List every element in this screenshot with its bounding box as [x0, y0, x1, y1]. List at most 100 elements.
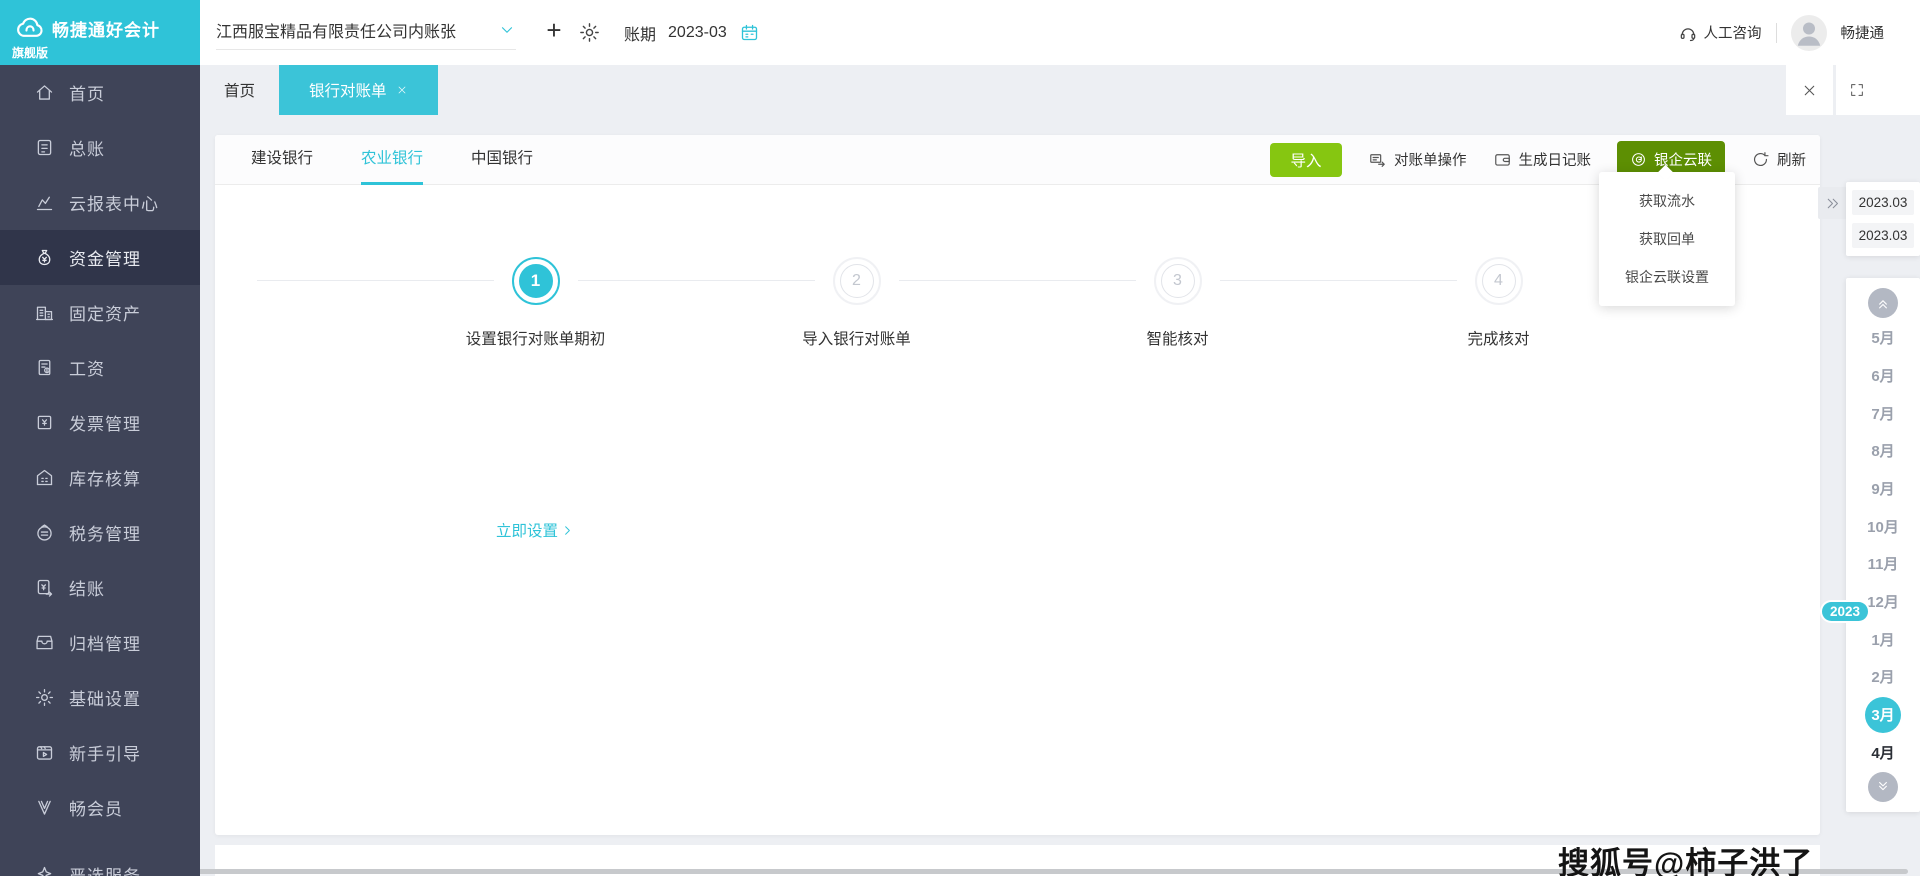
month-item[interactable]: 11月	[1865, 546, 1901, 582]
sidebar: 畅捷通好会计 旗舰版 首页 总账 云报表中心 资金管理 固定资	[0, 0, 200, 876]
fullscreen-icon	[1849, 82, 1865, 98]
year-badge: 2023	[1822, 602, 1868, 621]
period-chip[interactable]: 2023.03	[1852, 190, 1914, 215]
bank-tab[interactable]: 农业银行	[361, 135, 423, 185]
month-item[interactable]: 2月	[1865, 659, 1901, 695]
bank-tabs: 建设银行 农业银行 中国银行	[251, 135, 533, 185]
month-item[interactable]: 9月	[1865, 470, 1901, 506]
refresh-button[interactable]: 刷新	[1751, 149, 1806, 170]
ledger-icon	[34, 137, 55, 158]
sidebar-item[interactable]: 库存核算	[0, 450, 200, 505]
bank-tab[interactable]: 建设银行	[251, 135, 313, 185]
sidebar-item[interactable]: 严选服务	[0, 847, 200, 876]
salary-icon	[34, 357, 55, 378]
bank-cloud-menu-item[interactable]: 获取流水	[1599, 182, 1735, 220]
tab-close-icon[interactable]	[396, 84, 408, 96]
bank-cloud-menu-item[interactable]: 获取回单	[1599, 220, 1735, 258]
sidebar-item-label: 资金管理	[69, 245, 141, 270]
sidebar-item-label: 归档管理	[69, 630, 141, 655]
sidebar-item[interactable]: 发票管理	[0, 395, 200, 450]
month-item[interactable]: 5月	[1865, 320, 1901, 356]
bank-cloud-menu-item[interactable]: 银企云联设置	[1599, 258, 1735, 296]
month-item[interactable]: 4月	[1865, 734, 1901, 770]
month-item[interactable]: 10月	[1865, 508, 1901, 544]
support-button[interactable]: 人工咨询	[1678, 22, 1762, 43]
sidebar-item-label: 库存核算	[69, 465, 141, 490]
stepper-step: 3 智能核对	[1017, 257, 1338, 349]
sidebar-item[interactable]: 固定资产	[0, 285, 200, 340]
topbar-right: 人工咨询 畅捷通	[1678, 0, 1885, 65]
company-name: 江西服宝精品有限责任公司内账张	[216, 18, 456, 42]
avatar[interactable]	[1791, 15, 1827, 51]
month-item[interactable]: 7月	[1865, 395, 1901, 431]
sidebar-item[interactable]: 基础设置	[0, 670, 200, 725]
month-item[interactable]: 6月	[1865, 357, 1901, 393]
tax-icon	[34, 522, 55, 543]
setup-now-link[interactable]: 立即设置	[375, 519, 696, 541]
bank-tab-label: 建设银行	[251, 150, 313, 167]
sidebar-item-label: 严选服务	[69, 862, 141, 876]
fullscreen-button[interactable]	[1836, 65, 1920, 115]
sidebar-item[interactable]: 总账	[0, 120, 200, 175]
calendar-icon[interactable]	[739, 22, 760, 43]
page-tabs: 首页 银行对账单	[200, 65, 438, 115]
sidebar-item-label: 结账	[69, 575, 105, 600]
page-tab-label: 首页	[224, 79, 255, 101]
report-icon	[34, 192, 55, 213]
month-label: 5月	[1871, 327, 1894, 348]
page-tab[interactable]: 首页	[200, 65, 279, 115]
sidebar-item[interactable]: 首页	[0, 65, 200, 120]
add-account-button[interactable]: +	[536, 12, 572, 48]
import-button[interactable]: 导入	[1270, 143, 1342, 177]
sidebar-item[interactable]: 资金管理	[0, 230, 200, 285]
stepper-step: 1 设置银行对账单期初	[375, 257, 696, 349]
topbar: 江西服宝精品有限责任公司内账张 + 账期 2023-03 人工咨询 畅捷通	[200, 0, 1920, 65]
sidebar-item[interactable]: 税务管理	[0, 505, 200, 560]
period-box: 2023.03 2023.03	[1846, 182, 1920, 256]
collapse-date-panel-button[interactable]	[1818, 187, 1846, 219]
month-item[interactable]: 3月	[1865, 697, 1901, 733]
close-page-button[interactable]	[1786, 65, 1833, 115]
generate-journal-label: 生成日记账	[1519, 149, 1592, 170]
month-item[interactable]: 1月	[1865, 621, 1901, 657]
sidebar-item[interactable]: 结账	[0, 560, 200, 615]
invoice-icon	[34, 412, 55, 433]
month-item[interactable]: 8月	[1865, 433, 1901, 469]
bank-tab[interactable]: 中国银行	[471, 135, 533, 185]
month-item[interactable]: 12月	[1865, 584, 1901, 620]
assets-icon	[34, 302, 55, 323]
gear-icon[interactable]	[578, 21, 601, 44]
setup-stepper: 1 设置银行对账单期初 2 导入银行对账单 3 智能核对 4	[375, 257, 1659, 349]
app-window: 畅捷通好会计 旗舰版 首页 总账 云报表中心 资金管理 固定资	[0, 0, 1920, 876]
closing-icon	[34, 577, 55, 598]
sidebar-item[interactable]: 工资	[0, 340, 200, 395]
scroll-up-button[interactable]	[1868, 288, 1898, 318]
sidebar-item[interactable]: 云报表中心	[0, 175, 200, 230]
username[interactable]: 畅捷通	[1841, 22, 1885, 43]
refresh-label: 刷新	[1777, 149, 1806, 170]
settings-icon	[34, 687, 55, 708]
page-tab[interactable]: 银行对账单	[279, 65, 438, 115]
month-selector: 5月 6月 7月 8月 9月 10月 11月 12月 1月	[1846, 278, 1920, 812]
watermark-text: 搜狐号@柿子洪了	[1558, 838, 1813, 876]
home-icon	[34, 82, 55, 103]
double-chevron-up-icon	[1874, 294, 1892, 312]
scroll-down-button[interactable]	[1868, 772, 1898, 802]
generate-journal-button[interactable]: 生成日记账	[1493, 149, 1592, 170]
sidebar-item-label: 云报表中心	[69, 190, 159, 215]
company-selector[interactable]: 江西服宝精品有限责任公司内账张	[216, 10, 516, 50]
sidebar-item[interactable]: 畅会员	[0, 780, 200, 835]
month-label: 11月	[1868, 553, 1899, 574]
sidebar-item[interactable]: 归档管理	[0, 615, 200, 670]
sidebar-item-label: 基础设置	[69, 685, 141, 710]
period-chip[interactable]: 2023.03	[1852, 223, 1914, 248]
bank-tab-label: 中国银行	[471, 150, 533, 167]
sidebar-item[interactable]: 新手引导	[0, 725, 200, 780]
statement-actions-button[interactable]: 对账单操作	[1368, 149, 1467, 170]
app-logo: 畅捷通好会计 旗舰版	[0, 0, 200, 65]
month-label: 10月	[1867, 516, 1899, 537]
sidebar-item-label: 畅会员	[69, 795, 123, 820]
step-number: 2	[840, 264, 874, 298]
double-chevron-down-icon	[1874, 778, 1892, 796]
app-title: 畅捷通好会计	[52, 16, 160, 41]
